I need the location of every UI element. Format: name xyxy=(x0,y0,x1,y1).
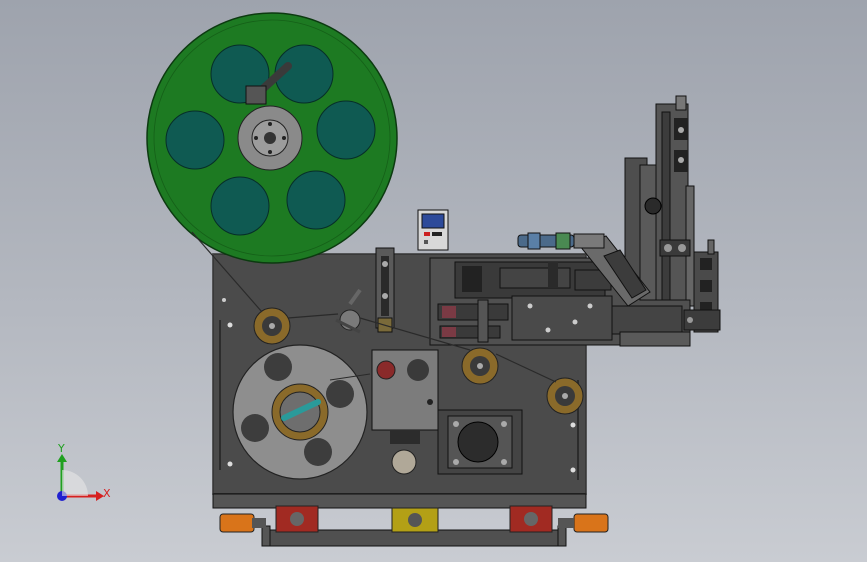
counter-display-box xyxy=(417,209,449,251)
cad-viewport[interactable]: X Y xyxy=(0,0,867,562)
x-axis-label: X xyxy=(103,487,111,500)
label-reel xyxy=(146,12,398,264)
clamp-right xyxy=(509,505,553,533)
rewind-disc xyxy=(232,344,368,480)
labeling-machine-model: X Y xyxy=(57,12,721,547)
clamp-left xyxy=(275,505,319,533)
clamp-center xyxy=(391,507,439,533)
guide-roller-1 xyxy=(253,307,291,345)
guide-roller-3 xyxy=(546,377,584,415)
y-axis-label: Y xyxy=(57,442,65,455)
knob-left xyxy=(219,513,266,533)
coordinate-triad-icon xyxy=(57,454,104,501)
guide-roller-2 xyxy=(461,347,499,385)
stepper-motor-mount xyxy=(437,409,523,475)
air-cylinder xyxy=(517,232,575,250)
vertical-adjust-bar xyxy=(375,247,395,333)
